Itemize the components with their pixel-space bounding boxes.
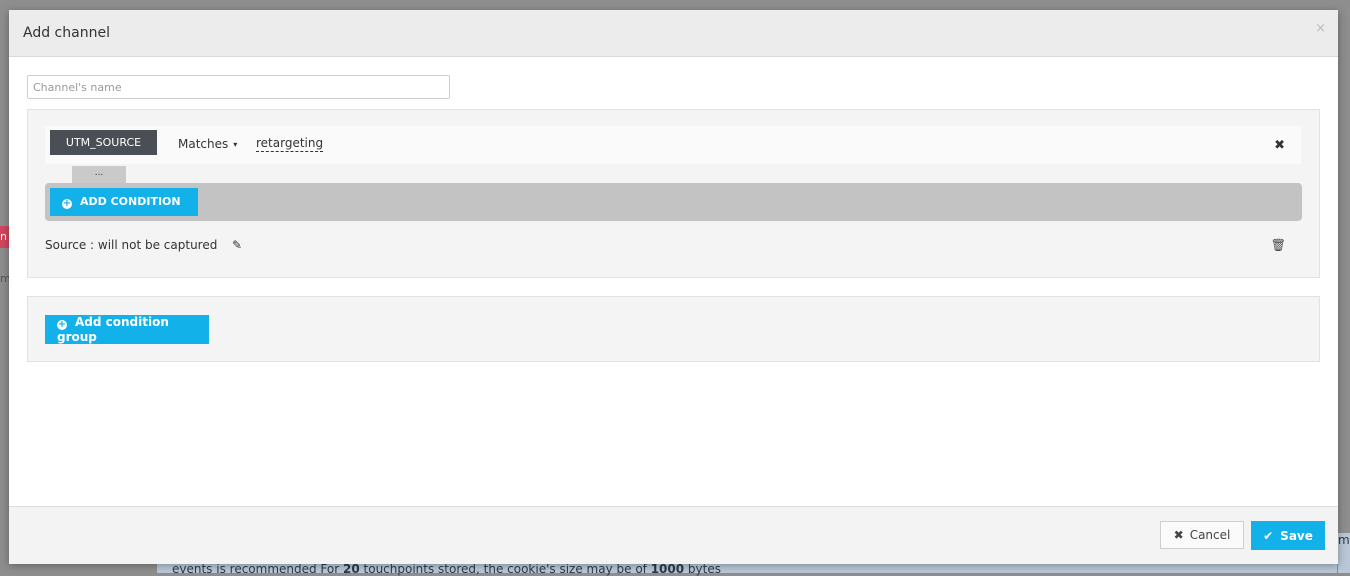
background-text: m <box>0 272 9 285</box>
modal-footer: ✖ Cancel ✔ Save <box>9 506 1338 564</box>
condition-operator-dropdown[interactable]: Matches ▾ <box>178 137 237 151</box>
save-label: Save <box>1280 528 1313 543</box>
operator-label: Matches <box>178 137 229 151</box>
close-icon[interactable]: × <box>1315 21 1326 36</box>
add-channel-modal: Add channel × UTM_SOURCE Matches ▾ retarg… <box>9 10 1338 564</box>
remove-condition-icon[interactable]: ✖ <box>1274 138 1285 153</box>
add-condition-button[interactable]: + ADD CONDITION <box>50 188 198 216</box>
check-icon: ✔ <box>1263 528 1274 543</box>
pencil-icon[interactable]: ✎ <box>232 238 242 252</box>
source-capture-text: Source : will not be captured <box>45 238 218 252</box>
add-group-section: + Add condition group <box>27 296 1320 362</box>
add-condition-group-label: Add condition group <box>57 315 169 344</box>
background-badge: n <box>0 226 9 248</box>
caret-down-icon: ▾ <box>233 140 238 149</box>
add-condition-label: ADD CONDITION <box>80 195 181 208</box>
add-condition-group-button[interactable]: + Add condition group <box>45 315 209 344</box>
condition-group: UTM_SOURCE Matches ▾ retargeting ✖ ... + A… <box>27 109 1320 278</box>
background-info-text: events is recommended For 20 touchpoints… <box>172 562 721 576</box>
save-button[interactable]: ✔ Save <box>1251 521 1325 550</box>
modal-header: Add channel × <box>9 10 1338 57</box>
trash-icon[interactable]: 🗑 <box>1271 238 1286 252</box>
plus-circle-icon: + <box>57 319 67 330</box>
condition-connector-tab[interactable]: ... <box>72 166 126 184</box>
add-condition-bar: + ADD CONDITION <box>45 183 1302 221</box>
condition-value-editable[interactable]: retargeting <box>256 136 324 152</box>
cancel-label: Cancel <box>1189 528 1231 542</box>
modal-title: Add channel <box>23 25 110 41</box>
condition-field-tag[interactable]: UTM_SOURCE <box>50 130 157 155</box>
condition-row: UTM_SOURCE Matches ▾ retargeting ✖ <box>45 126 1301 164</box>
channel-name-input[interactable] <box>27 75 450 99</box>
close-icon: ✖ <box>1173 528 1184 542</box>
background-right-strip: me <box>1338 533 1350 573</box>
plus-circle-icon: + <box>62 198 72 209</box>
cancel-button[interactable]: ✖ Cancel <box>1160 521 1244 549</box>
